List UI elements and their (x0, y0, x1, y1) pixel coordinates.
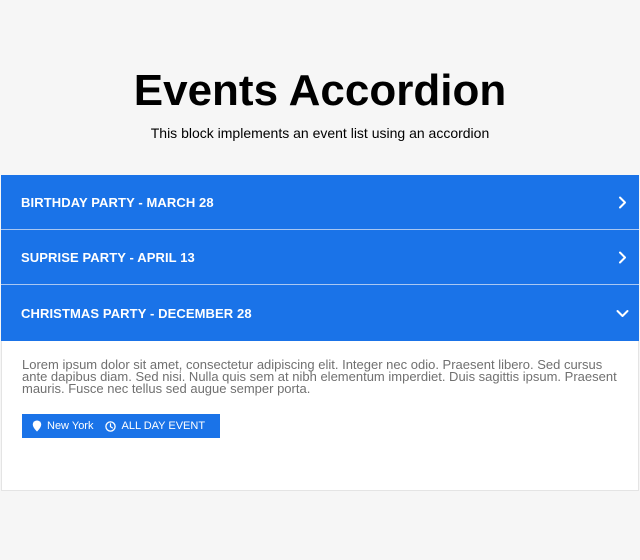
map-pin-icon (32, 420, 42, 432)
accordion-header-christmas-party[interactable]: CHRISTMAS PARTY - DECEMBER 28 (1, 285, 639, 341)
event-time-label: ALL DAY EVENT (121, 420, 206, 432)
accordion-title: BIRTHDAY PARTY - MARCH 28 (21, 194, 214, 210)
event-meta-tag: New York ALL DAY EVENT (22, 414, 221, 438)
accordion-header-birthday-party[interactable]: BIRTHDAY PARTY - MARCH 28 (1, 175, 639, 230)
accordion-title: CHRISTMAS PARTY - DECEMBER 28 (21, 305, 252, 321)
accordion-title: SUPRISE PARTY - APRIL 13 (21, 249, 195, 265)
event-time: ALL DAY EVENT (105, 420, 205, 432)
chevron-down-icon (615, 306, 629, 320)
page-subtitle: This block implements an event list usin… (150, 125, 490, 141)
event-location: New York (32, 420, 93, 432)
events-accordion: BIRTHDAY PARTY - MARCH 28 SUPRISE PARTY … (1, 175, 639, 491)
page-title: Events Accordion (133, 66, 507, 115)
clock-icon (105, 420, 117, 432)
event-location-label: New York (47, 420, 94, 432)
event-description: Lorem ipsum dolor sit amet, consectetur … (22, 357, 617, 396)
accordion-header-suprise-party[interactable]: SUPRISE PARTY - APRIL 13 (1, 230, 639, 285)
accordion-panel-christmas-party: Lorem ipsum dolor sit amet, consectetur … (1, 341, 639, 491)
chevron-right-icon (615, 250, 629, 264)
page: Events Accordion This block implements a… (0, 0, 640, 560)
chevron-right-icon (615, 195, 629, 209)
